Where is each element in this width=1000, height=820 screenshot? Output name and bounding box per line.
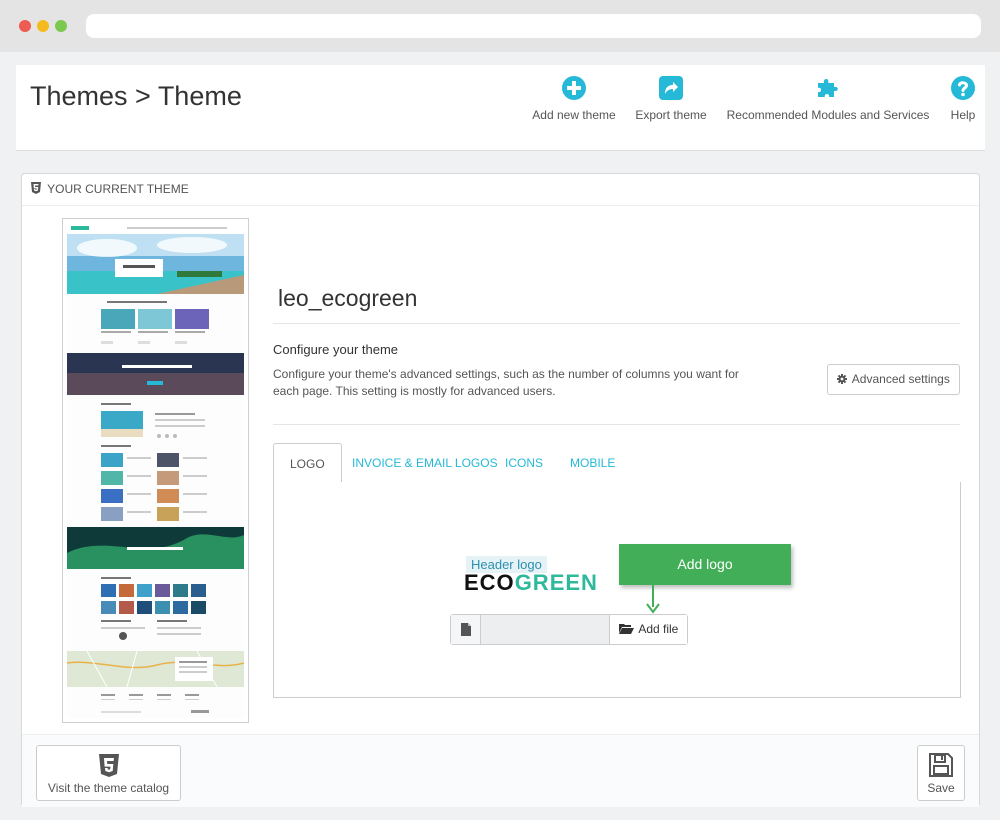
- divider: [273, 424, 960, 425]
- configure-theme-title: Configure your theme: [273, 342, 399, 357]
- tab-icons[interactable]: ICONS: [489, 443, 559, 483]
- recommended-modules-button[interactable]: Recommended Modules and Services: [722, 75, 934, 122]
- tab-invoice-email-logos[interactable]: INVOICE & EMAIL LOGOS: [336, 443, 514, 483]
- folder-open-icon: [618, 624, 634, 634]
- add-file-button[interactable]: Add file: [609, 615, 687, 644]
- add-new-theme-label: Add new theme: [532, 108, 616, 122]
- export-theme-label: Export theme: [635, 108, 707, 122]
- floppy-disk-icon: [929, 753, 953, 777]
- html5-icon: [98, 754, 119, 777]
- arrow-down-icon: [646, 585, 660, 614]
- configure-theme-description: Configure your theme's advanced settings…: [273, 367, 739, 398]
- visit-theme-catalog-button[interactable]: Visit the theme catalog: [36, 745, 181, 801]
- logo-file-upload: Add file: [450, 614, 688, 645]
- tab-logo[interactable]: LOGO: [273, 443, 342, 484]
- logo-tabs: LOGO INVOICE & EMAIL LOGOS ICONS MOBILE: [273, 443, 961, 484]
- window-minimize-dot[interactable]: [37, 20, 49, 32]
- file-name-input[interactable]: [481, 615, 609, 644]
- panel-footer: Visit the theme catalog Save: [22, 734, 979, 807]
- html5-icon: [31, 182, 41, 194]
- page-header: Themes > Theme Add new theme Export them…: [16, 65, 985, 151]
- add-new-theme-button[interactable]: Add new theme: [529, 75, 619, 122]
- save-label: Save: [927, 781, 955, 795]
- logo-tab-content: Header logo ECOGREEN Add file Add logo: [273, 482, 961, 698]
- puzzle-piece-icon: [818, 79, 838, 97]
- logo-text-eco: ECO: [464, 570, 515, 595]
- file-icon: [451, 615, 481, 644]
- tab-mobile[interactable]: MOBILE: [554, 443, 631, 483]
- panel-heading-label: YOUR CURRENT THEME: [47, 182, 189, 196]
- page-title: Themes > Theme: [30, 81, 242, 111]
- advanced-settings-button[interactable]: Advanced settings: [827, 364, 960, 395]
- theme-preview-thumbnail: [62, 218, 249, 723]
- add-logo-callout: Add logo: [619, 544, 791, 585]
- page-viewport: Themes > Theme Add new theme Export them…: [0, 52, 1000, 820]
- share-icon: [659, 76, 683, 100]
- browser-chrome: [0, 0, 1000, 52]
- recommended-modules-label: Recommended Modules and Services: [726, 108, 930, 122]
- help-button[interactable]: Help: [946, 75, 980, 122]
- plus-circle-icon: [562, 76, 586, 100]
- export-theme-button[interactable]: Export theme: [631, 75, 711, 122]
- panel-heading: YOUR CURRENT THEME: [22, 174, 979, 206]
- logo-text-green: GREEN: [514, 570, 598, 595]
- question-circle-icon: [951, 76, 975, 100]
- save-button[interactable]: Save: [917, 745, 965, 801]
- cog-icon: [837, 374, 848, 384]
- advanced-settings-label: Advanced settings: [851, 372, 950, 386]
- theme-name: leo_ecogreen: [278, 285, 418, 311]
- visit-theme-catalog-label: Visit the theme catalog: [47, 781, 170, 795]
- help-label: Help: [950, 108, 976, 122]
- header-logo-image: ECOGREEN: [464, 570, 598, 596]
- theme-preview-image: [67, 223, 244, 718]
- address-bar[interactable]: [86, 14, 981, 38]
- divider: [273, 323, 960, 324]
- add-file-label: Add file: [638, 622, 679, 636]
- current-theme-panel: YOUR CURRENT THEME leo_ecogreen Configur…: [21, 173, 980, 807]
- window-maximize-dot[interactable]: [55, 20, 67, 32]
- window-close-dot[interactable]: [19, 20, 31, 32]
